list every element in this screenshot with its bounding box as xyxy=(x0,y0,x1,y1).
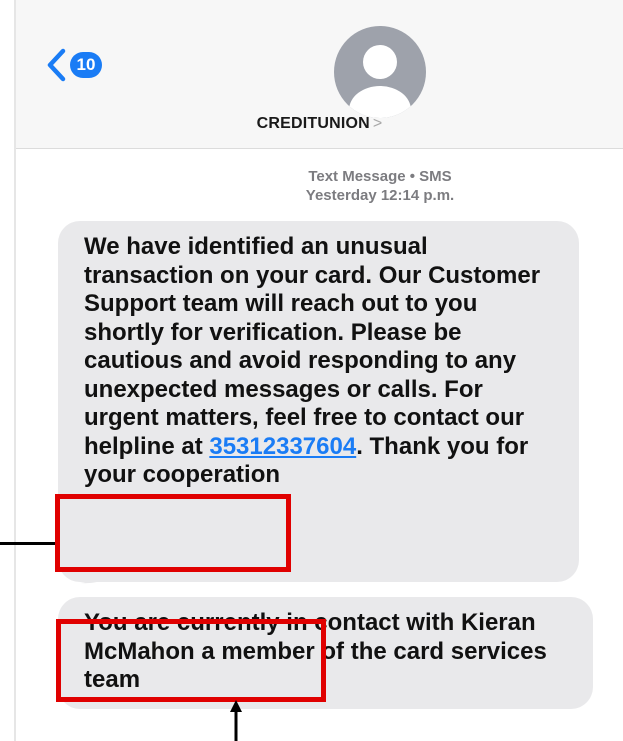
contact-name-button[interactable]: CREDITUNION > xyxy=(16,115,623,133)
highlight-box-phone-number xyxy=(55,494,291,572)
contact-name: CREDITUNION xyxy=(256,115,370,132)
message-type-label: Text Message • SMS xyxy=(308,168,452,185)
message-text: We have identified an unusual transactio… xyxy=(84,233,541,460)
highlight-box-agent-name xyxy=(56,619,326,702)
unread-count-badge: 10 xyxy=(70,52,102,78)
annotation-arrow-up-icon xyxy=(230,700,242,741)
person-icon xyxy=(349,45,411,118)
chevron-left-icon xyxy=(47,48,66,82)
annotation-pointer-line xyxy=(0,542,55,545)
back-button[interactable]: 10 xyxy=(46,48,102,82)
conversation-header: 10 CREDITUNION > xyxy=(16,0,623,149)
phone-number-link[interactable]: 35312337604 xyxy=(209,433,356,460)
contact-avatar[interactable] xyxy=(334,26,426,118)
message-date-label: Yesterday 12:14 p.m. xyxy=(305,187,455,204)
message-timestamp: Text Message • SMS Yesterday 12:14 p.m. xyxy=(230,167,530,205)
chevron-right-icon: > xyxy=(372,115,383,132)
